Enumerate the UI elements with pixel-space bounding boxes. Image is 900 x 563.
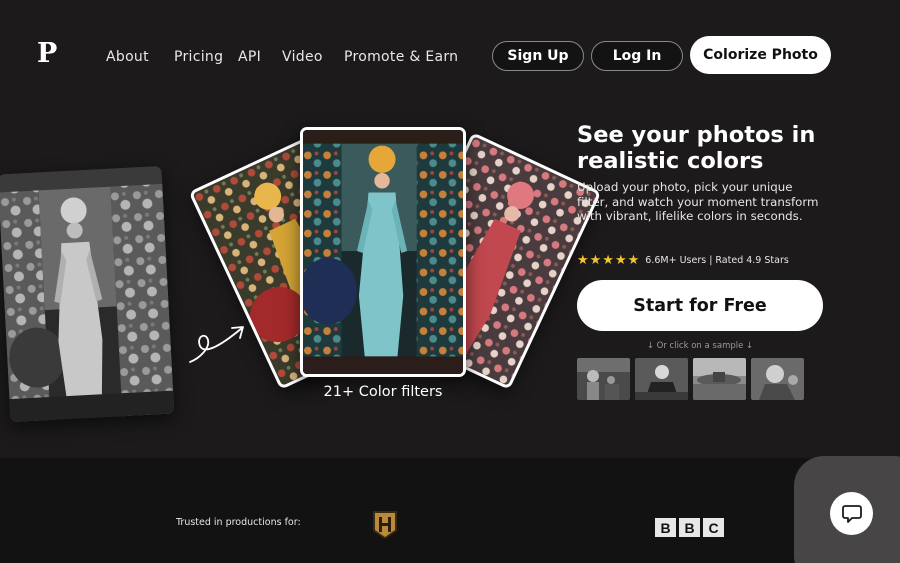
nav-promote-earn[interactable]: Promote & Earn bbox=[344, 49, 458, 65]
curly-arrow-icon bbox=[189, 326, 244, 363]
sample-thumbnails bbox=[577, 358, 804, 400]
nav-pricing[interactable]: Pricing bbox=[174, 49, 223, 65]
trusted-section-background bbox=[0, 458, 900, 563]
sample-thumbnail[interactable] bbox=[751, 358, 804, 400]
rating-text: 6.6M+ Users | Rated 4.9 Stars bbox=[645, 255, 789, 266]
bw-original-photo bbox=[0, 165, 175, 423]
bbc-letter: C bbox=[703, 518, 724, 537]
history-channel-logo bbox=[373, 511, 397, 539]
sample-hint: ↓ Or click on a sample ↓ bbox=[646, 341, 754, 351]
bbc-letter: B bbox=[679, 518, 700, 537]
rating-row: ★★★★★ 6.6M+ Users | Rated 4.9 Stars bbox=[577, 253, 789, 268]
colorized-photo-preview bbox=[300, 127, 466, 377]
trusted-in-productions-label: Trusted in productions for: bbox=[176, 517, 301, 528]
colorize-photo-button[interactable]: Colorize Photo bbox=[690, 36, 831, 74]
start-for-free-button[interactable]: Start for Free bbox=[577, 280, 823, 331]
sample-thumbnail[interactable] bbox=[635, 358, 688, 400]
hero-description: Upload your photo, pick your unique filt… bbox=[577, 180, 819, 224]
sign-up-button[interactable]: Sign Up bbox=[492, 41, 584, 71]
nav-api[interactable]: API bbox=[238, 49, 261, 65]
chat-bubble-icon bbox=[841, 504, 862, 523]
bbc-letter: B bbox=[655, 518, 676, 537]
color-filters-caption: 21+ Color filters bbox=[323, 384, 443, 400]
brand-logo[interactable]: P bbox=[37, 40, 57, 67]
nav-video[interactable]: Video bbox=[282, 49, 323, 65]
chat-launcher-button[interactable] bbox=[830, 492, 873, 535]
log-in-button[interactable]: Log In bbox=[591, 41, 683, 71]
bbc-logo: B B C bbox=[655, 518, 724, 537]
star-icon: ★★★★★ bbox=[577, 253, 641, 268]
sample-thumbnail[interactable] bbox=[577, 358, 630, 400]
sample-thumbnail[interactable] bbox=[693, 358, 746, 400]
nav-about[interactable]: About bbox=[106, 49, 149, 65]
hero-headline: See your photos in realistic colors bbox=[577, 122, 816, 174]
